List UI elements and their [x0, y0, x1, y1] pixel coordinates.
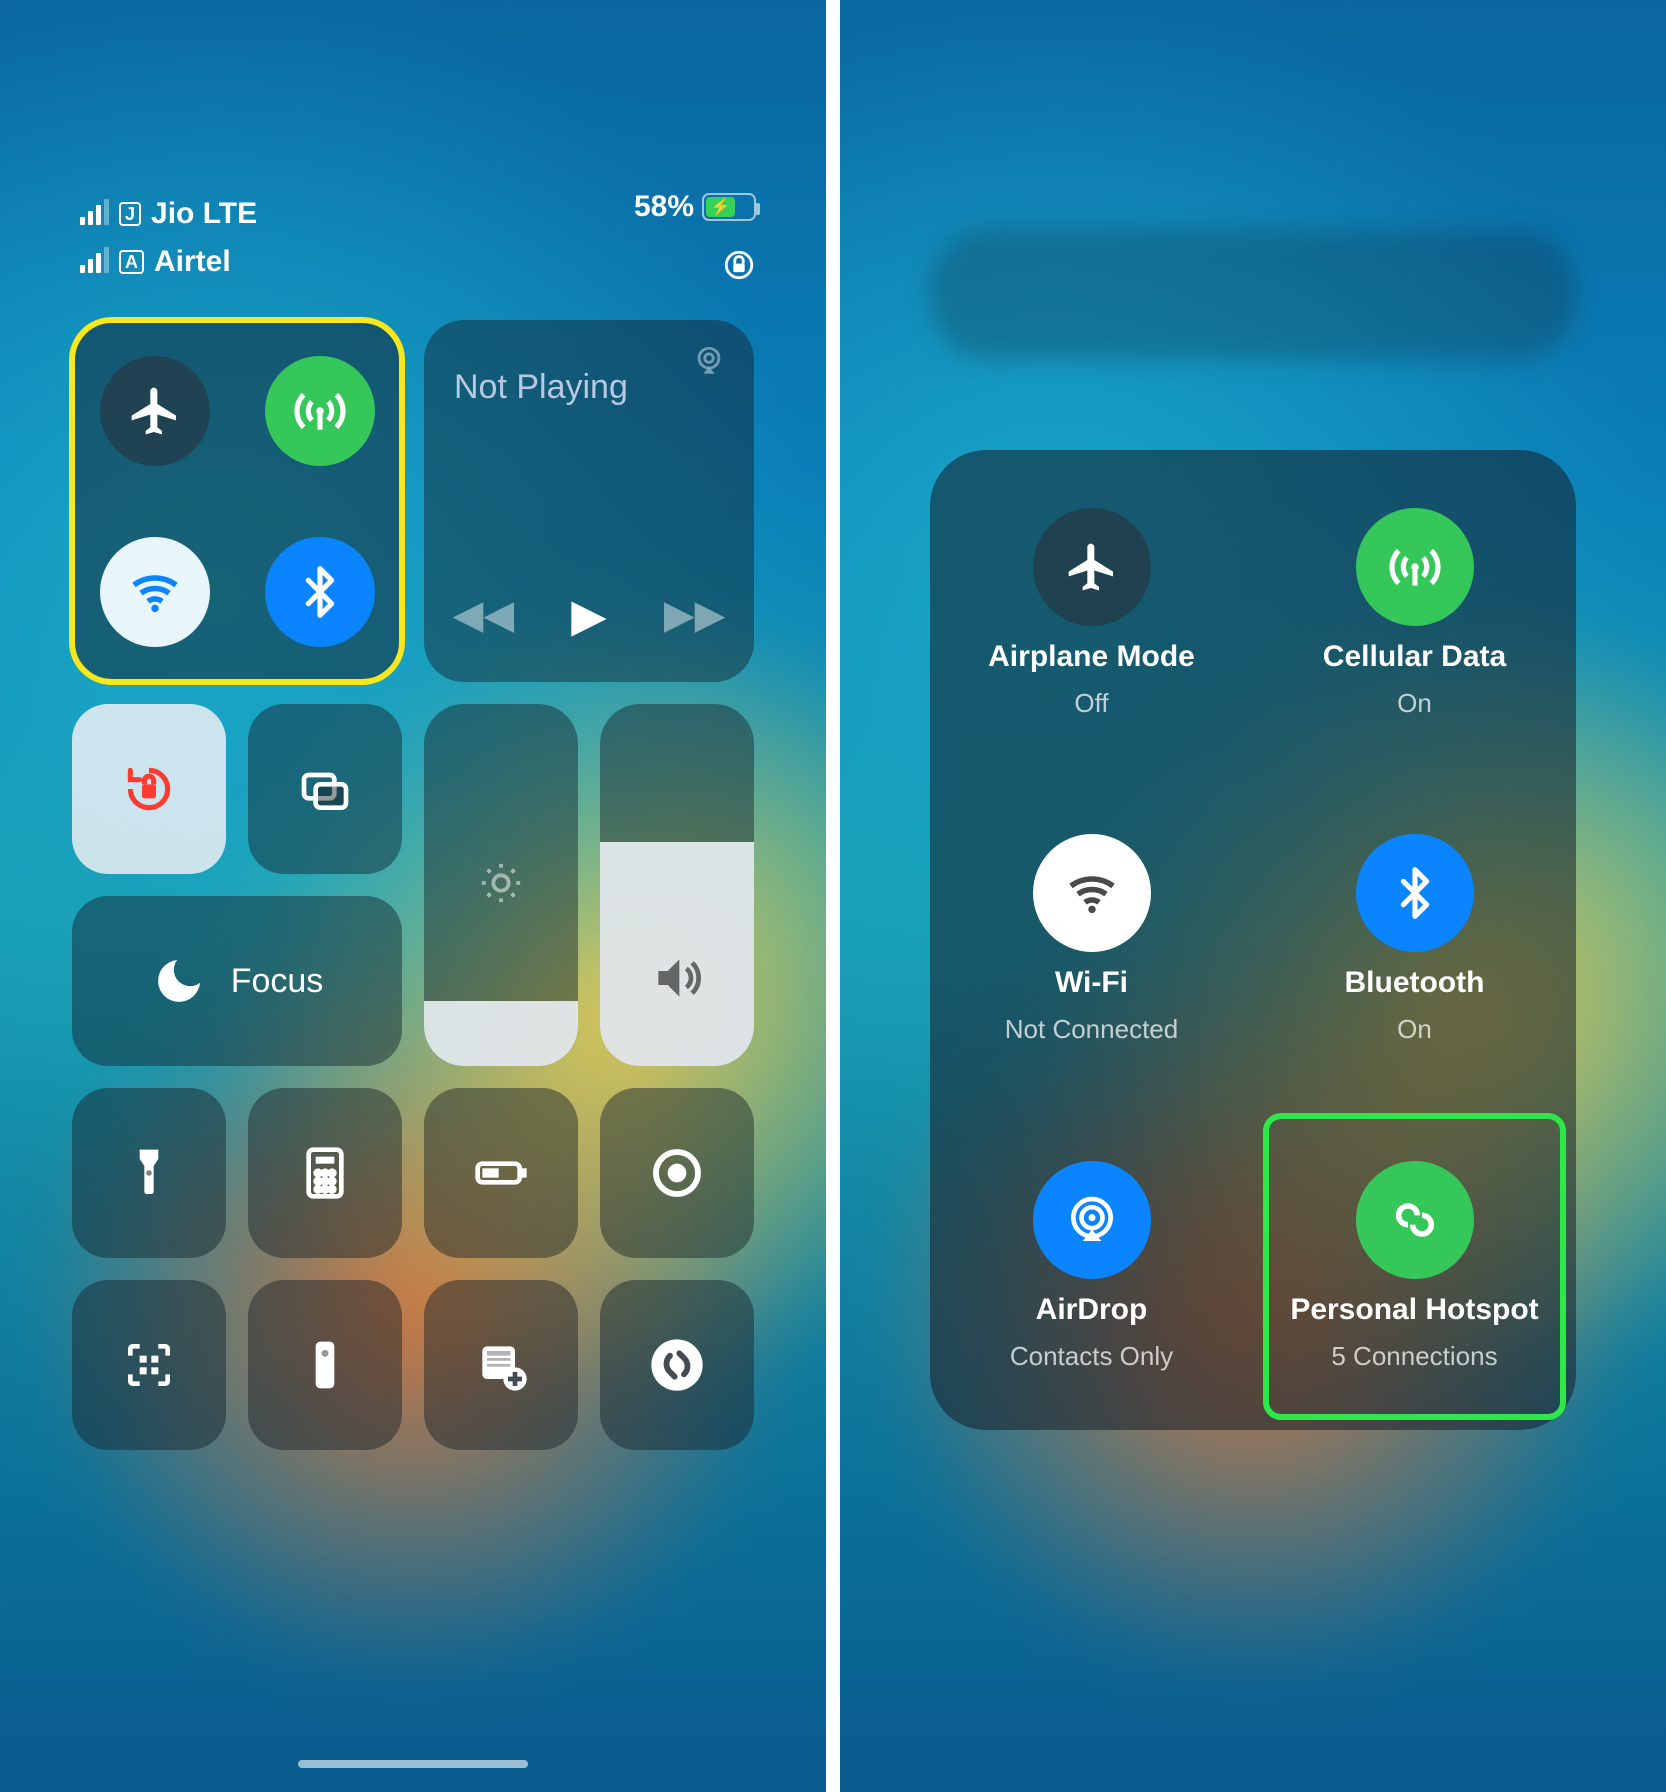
brightness-icon [478, 860, 524, 906]
wifi-item[interactable]: Wi-Fi Not Connected [930, 777, 1253, 1104]
qr-scanner-button[interactable] [72, 1280, 226, 1450]
play-button[interactable]: ▶ [571, 588, 606, 642]
personal-hotspot-item[interactable]: Personal Hotspot 5 Connections [1261, 1111, 1568, 1422]
wifi-label: Wi-Fi [1055, 966, 1128, 1000]
bluetooth-icon [1356, 834, 1474, 952]
orientation-lock-icon [722, 248, 756, 282]
bluetooth-label: Bluetooth [1345, 966, 1485, 1000]
volume-icon [649, 950, 705, 1006]
status-right: 58% ⚡ [634, 190, 756, 224]
wifi-toggle[interactable] [100, 537, 210, 647]
rewind-button[interactable]: ◀◀ [453, 592, 515, 638]
screen-mirroring-button[interactable] [248, 704, 402, 874]
airplane-mode-status: Off [1074, 688, 1108, 719]
carrier-1-label: Jio LTE [151, 197, 257, 231]
carrier-2-label: Airtel [154, 245, 231, 279]
cellular-data-item[interactable]: Cellular Data On [1253, 450, 1576, 777]
wifi-icon [1033, 834, 1151, 952]
airdrop-label: AirDrop [1036, 1293, 1148, 1327]
cellular-data-label: Cellular Data [1323, 640, 1506, 674]
airplane-mode-item[interactable]: Airplane Mode Off [930, 450, 1253, 777]
bluetooth-toggle[interactable] [265, 537, 375, 647]
airplane-mode-toggle[interactable] [100, 356, 210, 466]
screenshot-right-expanded-connectivity: Airplane Mode Off Cellular Data On Wi-Fi… [840, 0, 1666, 1792]
calculator-button[interactable] [248, 1088, 402, 1258]
personal-hotspot-status: 5 Connections [1331, 1341, 1497, 1372]
wifi-status: Not Connected [1005, 1014, 1178, 1045]
now-playing-title: Not Playing [454, 368, 724, 407]
brightness-slider[interactable] [424, 704, 578, 1066]
bluetooth-status: On [1397, 1014, 1432, 1045]
focus-label: Focus [231, 962, 324, 1001]
screenshot-left-control-center: J Jio LTE A Airtel 58% ⚡ [0, 0, 826, 1792]
connectivity-expanded-panel[interactable]: Airplane Mode Off Cellular Data On Wi-Fi… [930, 450, 1576, 1430]
airplane-mode-label: Airplane Mode [988, 640, 1195, 674]
cellular-data-toggle[interactable] [265, 356, 375, 466]
shazam-button[interactable] [600, 1280, 754, 1450]
cellular-signal-icon [80, 251, 109, 273]
screen-record-button[interactable] [600, 1088, 754, 1258]
sim-indicator-1: J [119, 202, 141, 226]
airdrop-item[interactable]: AirDrop Contacts Only [930, 1103, 1253, 1430]
flashlight-button[interactable] [72, 1088, 226, 1258]
home-indicator[interactable] [298, 1760, 528, 1768]
background-blur-strip [930, 230, 1576, 360]
battery-icon: ⚡ [702, 193, 756, 221]
airdrop-status: Contacts Only [1010, 1341, 1173, 1372]
apple-tv-remote-button[interactable] [248, 1280, 402, 1450]
focus-button[interactable]: Focus [72, 896, 402, 1066]
screenshot-divider [826, 0, 840, 1792]
forward-button[interactable]: ▶▶ [664, 592, 726, 638]
cellular-data-status: On [1397, 688, 1432, 719]
bluetooth-item[interactable]: Bluetooth On [1253, 777, 1576, 1104]
now-playing-module[interactable]: Not Playing ◀◀ ▶ ▶▶ [424, 320, 754, 682]
airdrop-icon [1033, 1161, 1151, 1279]
quick-note-button[interactable] [424, 1280, 578, 1450]
orientation-lock-toggle[interactable] [72, 704, 226, 874]
cellular-data-icon [1356, 508, 1474, 626]
sim-indicator-2: A [119, 250, 144, 274]
cellular-signal-icon [80, 203, 109, 225]
connectivity-module[interactable] [72, 320, 402, 682]
airplay-icon[interactable] [692, 344, 726, 378]
personal-hotspot-icon [1356, 1161, 1474, 1279]
personal-hotspot-label: Personal Hotspot [1290, 1293, 1538, 1327]
low-power-mode-button[interactable] [424, 1088, 578, 1258]
volume-slider[interactable] [600, 704, 754, 1066]
battery-percent: 58% [634, 190, 694, 224]
airplane-mode-icon [1033, 508, 1151, 626]
